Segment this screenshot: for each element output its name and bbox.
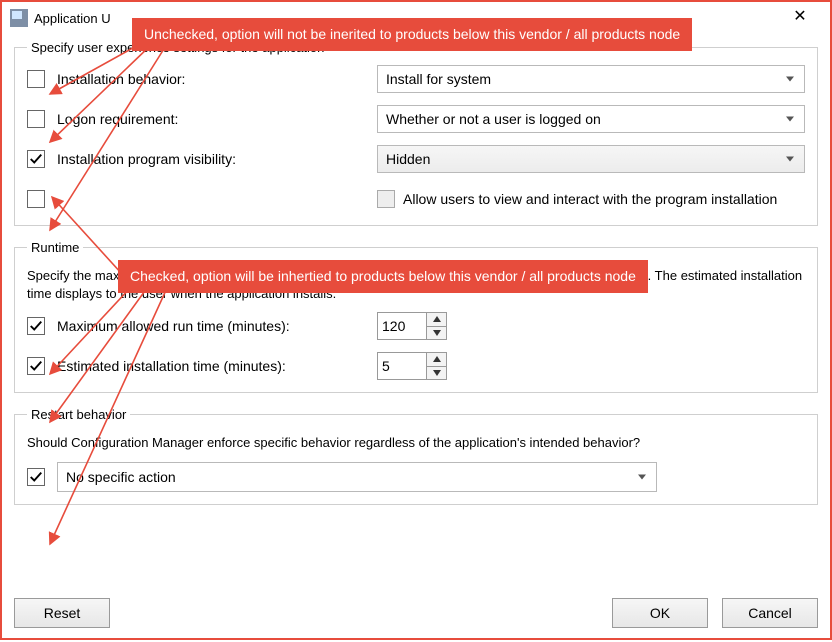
window-title: Application U <box>34 11 111 26</box>
ok-button[interactable]: OK <box>612 598 708 628</box>
select-restart-value: No specific action <box>66 469 176 485</box>
row-install-visibility: Installation program visibility: Hidden <box>27 145 805 173</box>
checkbox-max-runtime[interactable] <box>27 317 45 335</box>
label-allow-interaction: Allow users to view and interact with th… <box>403 191 777 207</box>
label-max-runtime: Maximum allowed run time (minutes): <box>57 318 377 334</box>
reset-button[interactable]: Reset <box>14 598 110 628</box>
restart-question: Should Configuration Manager enforce spe… <box>27 434 805 452</box>
row-restart: No specific action <box>27 462 805 492</box>
row-allow-interaction: Allow users to view and interact with th… <box>27 185 805 213</box>
close-button[interactable]: ✕ <box>778 3 822 33</box>
label-install-visibility: Installation program visibility: <box>57 151 377 167</box>
row-max-runtime: Maximum allowed run time (minutes): <box>27 312 805 340</box>
select-install-behavior[interactable]: Install for system <box>377 65 805 93</box>
spinner-up-icon[interactable] <box>427 313 446 327</box>
row-est-install: Estimated installation time (minutes): <box>27 352 805 380</box>
spinner-down-icon[interactable] <box>427 327 446 340</box>
runtime-legend: Runtime <box>27 240 83 255</box>
select-install-visibility[interactable]: Hidden <box>377 145 805 173</box>
select-restart[interactable]: No specific action <box>57 462 657 492</box>
input-est-install[interactable] <box>378 353 426 379</box>
spinner-down-icon[interactable] <box>427 367 446 380</box>
spinner-max-runtime[interactable] <box>377 312 447 340</box>
select-install-visibility-value: Hidden <box>386 151 430 167</box>
app-icon <box>10 9 28 27</box>
spinner-up-icon[interactable] <box>427 353 446 367</box>
checkbox-restart[interactable] <box>27 468 45 486</box>
callout-checked: Checked, option will be inhertied to pro… <box>118 260 648 293</box>
callout-unchecked: Unchecked, option will not be inerited t… <box>132 18 692 51</box>
checkbox-est-install[interactable] <box>27 357 45 375</box>
select-logon-requirement[interactable]: Whether or not a user is logged on <box>377 105 805 133</box>
select-install-behavior-value: Install for system <box>386 71 491 87</box>
checkbox-install-behavior[interactable] <box>27 70 45 88</box>
checkbox-allow-interaction-inherit[interactable] <box>27 190 45 208</box>
spinner-est-install[interactable] <box>377 352 447 380</box>
select-logon-requirement-value: Whether or not a user is logged on <box>386 111 601 127</box>
row-install-behavior: Installation behavior: Install for syste… <box>27 65 805 93</box>
label-install-behavior: Installation behavior: <box>57 71 377 87</box>
checkbox-install-visibility[interactable] <box>27 150 45 168</box>
cancel-button[interactable]: Cancel <box>722 598 818 628</box>
restart-group: Restart behavior Should Configuration Ma… <box>14 407 818 505</box>
label-est-install: Estimated installation time (minutes): <box>57 358 377 374</box>
user-experience-group: Specify user experience settings for the… <box>14 40 818 226</box>
input-max-runtime[interactable] <box>378 313 426 339</box>
row-logon-requirement: Logon requirement: Whether or not a user… <box>27 105 805 133</box>
checkbox-allow-interaction[interactable] <box>377 190 395 208</box>
button-bar: Reset OK Cancel <box>14 598 818 628</box>
restart-legend: Restart behavior <box>27 407 130 422</box>
label-logon-requirement: Logon requirement: <box>57 111 377 127</box>
checkbox-logon-requirement[interactable] <box>27 110 45 128</box>
